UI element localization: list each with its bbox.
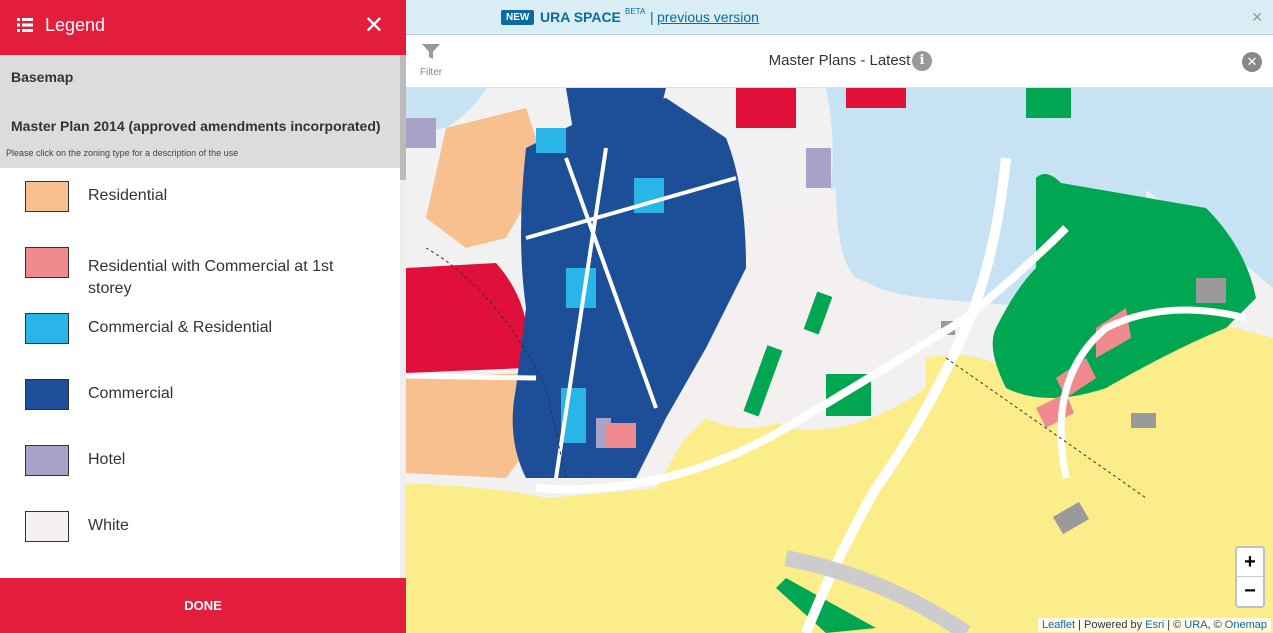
legend-item-residential[interactable]: Residential (0, 168, 400, 234)
legend-item-label: Commercial (88, 385, 174, 402)
info-icon[interactable]: i (912, 51, 932, 71)
top-banner: NEW URA SPACE BETA | previous version ✕ (406, 0, 1273, 35)
map-attribution: Leaflet | Powered by Esri | © URA, © One… (1038, 618, 1271, 632)
map-res-comm-center (606, 423, 636, 448)
map-civic-top (736, 88, 796, 128)
banner-separator: | (650, 9, 654, 25)
map-road-west (406, 373, 537, 381)
residential-swatch (25, 181, 69, 212)
legend-item-label: Residential with Commercial at 1st store… (88, 258, 334, 297)
attribution-text: | © (1164, 619, 1185, 631)
legend-item-hotel[interactable]: Hotel (0, 432, 400, 498)
list-icon (17, 18, 33, 32)
residential-commercial-swatch (25, 247, 69, 278)
map-hotel-1 (406, 118, 436, 148)
map-hotel-2 (806, 148, 831, 188)
legend-item-label: White (88, 517, 129, 534)
hotel-swatch (25, 445, 69, 476)
beta-tag: BETA (625, 7, 646, 16)
close-circle-icon[interactable]: ✕ (1242, 52, 1262, 72)
close-legend-icon[interactable]: ✕ (364, 14, 384, 38)
legend-header: Legend ✕ (0, 0, 406, 55)
esri-link[interactable]: Esri (1145, 619, 1164, 631)
legend-item-label: Residential (88, 187, 168, 204)
legend-item-commercial[interactable]: Commercial (0, 366, 400, 432)
legend-item-white[interactable]: White (0, 498, 400, 564)
map-layer[interactable] (406, 88, 1273, 633)
attribution-text: , © (1207, 619, 1225, 631)
map-toolbar: Filter Master Plans - Latest i ✕ (406, 35, 1273, 88)
commercial-swatch (25, 379, 69, 410)
leaflet-link[interactable]: Leaflet (1042, 619, 1075, 631)
done-button[interactable]: DONE (0, 578, 406, 633)
basemap-section[interactable]: Basemap (0, 55, 400, 100)
page-title: Master Plans - Latest (768, 52, 911, 69)
product-name: URA SPACE (540, 9, 621, 25)
legend-item-commercial-residential[interactable]: Commercial & Residential (0, 300, 400, 366)
zoom-out-button[interactable]: − (1237, 577, 1263, 606)
map-utility-3 (1131, 413, 1156, 428)
close-banner-icon[interactable]: ✕ (1251, 9, 1263, 26)
ura-link[interactable]: URA (1184, 619, 1207, 631)
legend-item-label: Commercial & Residential (88, 319, 273, 336)
legend-hint: Please click on the zoning type for a de… (0, 145, 400, 168)
zoom-control: + − (1235, 546, 1265, 608)
legend-item-residential-commercial[interactable]: Residential with Commercial at 1st store… (0, 234, 400, 300)
new-badge: NEW (501, 10, 535, 25)
map-utility-2 (1196, 278, 1226, 303)
onemap-link[interactable]: Onemap (1225, 619, 1267, 631)
white-swatch (25, 511, 69, 542)
attribution-text: | Powered by (1075, 619, 1146, 631)
map-comm-res-4 (536, 128, 566, 153)
map-civic-west (406, 263, 528, 373)
app-root: Legend ✕ Basemap Master Plan 2014 (appro… (0, 0, 1273, 633)
previous-version-link[interactable]: previous version (657, 9, 759, 25)
map-park-north (1026, 88, 1071, 118)
legend-title: Legend (45, 15, 106, 35)
legend-item-label: Hotel (88, 451, 126, 468)
master-plan-section[interactable]: Master Plan 2014 (approved amendments in… (0, 100, 400, 145)
map-canvas[interactable] (406, 88, 1273, 633)
zoom-in-button[interactable]: + (1237, 548, 1263, 577)
map-civic-north (846, 88, 906, 108)
legend-panel: Legend ✕ Basemap Master Plan 2014 (appro… (0, 0, 406, 633)
commercial-residential-swatch (25, 313, 69, 344)
legend-list[interactable]: Basemap Master Plan 2014 (approved amend… (0, 55, 400, 578)
